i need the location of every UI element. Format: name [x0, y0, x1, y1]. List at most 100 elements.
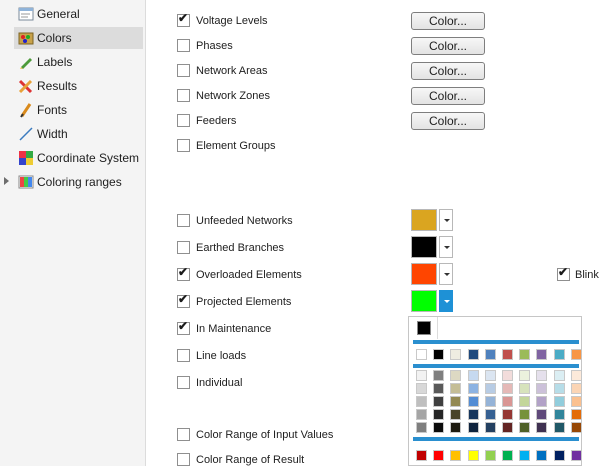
theme-shade-cell[interactable]: [433, 383, 445, 394]
theme-shade-cell[interactable]: [433, 409, 445, 420]
phases-checkbox[interactable]: [177, 39, 190, 52]
sidebar-item-width[interactable]: Width: [0, 123, 145, 145]
theme-shade-cell[interactable]: [467, 383, 479, 394]
network-areas-checkbox[interactable]: [177, 64, 190, 77]
theme-shade-cell[interactable]: [553, 409, 565, 420]
theme-shade-cell[interactable]: [570, 383, 581, 394]
theme-shade-cell[interactable]: [433, 396, 445, 407]
theme-color-cell[interactable]: [484, 349, 496, 360]
color-picker[interactable]: [411, 209, 453, 231]
dropdown-button[interactable]: [439, 290, 453, 312]
color-button[interactable]: Color...: [411, 37, 485, 55]
theme-shade-cell[interactable]: [416, 370, 427, 381]
theme-shade-cell[interactable]: [553, 370, 565, 381]
standard-color-cell[interactable]: [433, 450, 445, 461]
theme-color-cell[interactable]: [416, 349, 427, 360]
standard-color-cell[interactable]: [502, 450, 513, 461]
theme-shade-cell[interactable]: [502, 409, 513, 420]
sidebar-item-fonts[interactable]: Fonts: [0, 99, 145, 121]
theme-shade-cell[interactable]: [502, 383, 513, 394]
standard-color-cell[interactable]: [519, 450, 531, 461]
color-swatch[interactable]: [411, 236, 437, 258]
theme-shade-cell[interactable]: [502, 396, 513, 407]
color-range-of-result-checkbox[interactable]: [177, 453, 190, 466]
theme-color-cell[interactable]: [570, 349, 581, 360]
color-button[interactable]: Color...: [411, 87, 485, 105]
theme-shade-cell[interactable]: [553, 422, 565, 433]
theme-shade-cell[interactable]: [450, 409, 462, 420]
theme-shade-cell[interactable]: [467, 409, 479, 420]
theme-shade-cell[interactable]: [467, 370, 479, 381]
expand-arrow-icon[interactable]: [4, 177, 9, 185]
unfeeded-networks-checkbox[interactable]: [177, 214, 190, 227]
theme-shade-cell[interactable]: [416, 383, 427, 394]
dropdown-button[interactable]: [439, 236, 453, 258]
sidebar-item-results[interactable]: Results: [0, 75, 145, 97]
theme-shade-cell[interactable]: [570, 370, 581, 381]
standard-color-cell[interactable]: [416, 450, 427, 461]
blink-checkbox[interactable]: ✔: [557, 266, 570, 281]
color-range-of-input-values-checkbox[interactable]: [177, 428, 190, 441]
sidebar-item-coloring-ranges[interactable]: Coloring ranges: [0, 171, 145, 193]
theme-shade-cell[interactable]: [536, 422, 548, 433]
sidebar-item-general[interactable]: General: [0, 3, 145, 25]
theme-shade-cell[interactable]: [484, 422, 496, 433]
theme-color-cell[interactable]: [519, 349, 531, 360]
color-swatch[interactable]: [411, 209, 437, 231]
theme-shade-cell[interactable]: [450, 396, 462, 407]
network-zones-checkbox[interactable]: [177, 89, 190, 102]
theme-shade-cell[interactable]: [519, 370, 531, 381]
individual-checkbox[interactable]: [177, 376, 190, 389]
standard-color-cell[interactable]: [484, 450, 496, 461]
dropdown-button[interactable]: [439, 263, 453, 285]
standard-color-cell[interactable]: [570, 450, 581, 461]
theme-shade-cell[interactable]: [467, 396, 479, 407]
standard-color-cell[interactable]: [450, 450, 462, 461]
theme-shade-cell[interactable]: [553, 396, 565, 407]
theme-shade-cell[interactable]: [570, 396, 581, 407]
theme-color-cell[interactable]: [433, 349, 445, 360]
theme-shade-cell[interactable]: [536, 383, 548, 394]
current-color-swatch[interactable]: [417, 321, 431, 335]
theme-shade-cell[interactable]: [450, 383, 462, 394]
color-picker[interactable]: [411, 236, 453, 258]
element-groups-checkbox[interactable]: [177, 139, 190, 152]
theme-shade-cell[interactable]: [536, 396, 548, 407]
theme-shade-cell[interactable]: [484, 370, 496, 381]
feeders-checkbox[interactable]: [177, 114, 190, 127]
theme-shade-cell[interactable]: [416, 396, 427, 407]
color-swatch[interactable]: [411, 263, 437, 285]
current-color-box[interactable]: [409, 317, 438, 339]
theme-shade-cell[interactable]: [502, 422, 513, 433]
theme-color-cell[interactable]: [467, 349, 479, 360]
sidebar-item-coordinate-system[interactable]: Coordinate System: [0, 147, 145, 169]
theme-shade-cell[interactable]: [519, 396, 531, 407]
theme-shade-cell[interactable]: [484, 396, 496, 407]
theme-shade-cell[interactable]: [450, 422, 462, 433]
theme-shade-cell[interactable]: [467, 422, 479, 433]
theme-shade-cell[interactable]: [484, 409, 496, 420]
theme-shade-cell[interactable]: [519, 383, 531, 394]
theme-color-cell[interactable]: [450, 349, 462, 360]
line-loads-checkbox[interactable]: [177, 349, 190, 362]
theme-shade-cell[interactable]: [570, 422, 581, 433]
theme-color-cell[interactable]: [553, 349, 565, 360]
sidebar-item-labels[interactable]: Labels: [0, 51, 145, 73]
theme-shade-cell[interactable]: [450, 370, 462, 381]
in-maintenance-checkbox[interactable]: ✔: [177, 320, 190, 335]
color-picker[interactable]: [411, 263, 453, 285]
dropdown-button[interactable]: [439, 209, 453, 231]
theme-shade-cell[interactable]: [519, 422, 531, 433]
theme-shade-cell[interactable]: [502, 370, 513, 381]
theme-shade-cell[interactable]: [536, 409, 548, 420]
theme-shade-cell[interactable]: [416, 422, 427, 433]
color-button[interactable]: Color...: [411, 12, 485, 30]
standard-color-cell[interactable]: [553, 450, 565, 461]
standard-color-cell[interactable]: [536, 450, 548, 461]
color-swatch[interactable]: [411, 290, 437, 312]
voltage-levels-checkbox[interactable]: ✔: [177, 12, 190, 27]
theme-shade-cell[interactable]: [553, 383, 565, 394]
theme-color-cell[interactable]: [502, 349, 513, 360]
theme-shade-cell[interactable]: [484, 383, 496, 394]
theme-shade-cell[interactable]: [536, 370, 548, 381]
